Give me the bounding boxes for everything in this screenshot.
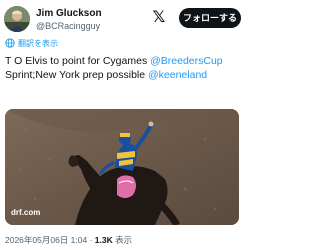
- user-handle[interactable]: @BCRacingguy: [36, 21, 100, 32]
- tweet-meta: 2026年05月06日 1:04 · 1.3K 表示: [5, 235, 132, 246]
- tweet-text-part2: Sprint;New York prep possible: [5, 69, 148, 81]
- meta-separator: ·: [87, 235, 95, 245]
- tweet-header: Jim Gluckson @BCRacingguy 𝕏 フォローする: [0, 0, 243, 34]
- views-label: 表示: [112, 235, 133, 245]
- tweet-media-card[interactable]: drf.com: [5, 109, 239, 225]
- mention-breederscup-link[interactable]: @BreedersCup: [150, 55, 223, 67]
- tweet-text: T O Elvis to point for Cygames @Breeders…: [5, 54, 241, 82]
- avatar-image: [4, 6, 30, 32]
- avatar[interactable]: [4, 6, 30, 32]
- translate-label[interactable]: 翻訳を表示: [18, 38, 58, 49]
- tweet-text-part1: T O Elvis to point for Cygames: [5, 55, 151, 67]
- x-logo-icon[interactable]: 𝕏: [150, 9, 168, 27]
- timestamp[interactable]: 2026年05月06日 1:04: [5, 235, 87, 245]
- views-count: 1.3K: [94, 235, 113, 245]
- mention-keeneland-link[interactable]: @keeneland: [148, 69, 207, 81]
- media-source-label: drf.com: [11, 208, 41, 217]
- globe-icon: [5, 38, 15, 48]
- translate-link[interactable]: 翻訳を表示: [5, 37, 58, 49]
- display-name[interactable]: Jim Gluckson: [36, 8, 102, 20]
- follow-button[interactable]: フォローする: [179, 8, 241, 28]
